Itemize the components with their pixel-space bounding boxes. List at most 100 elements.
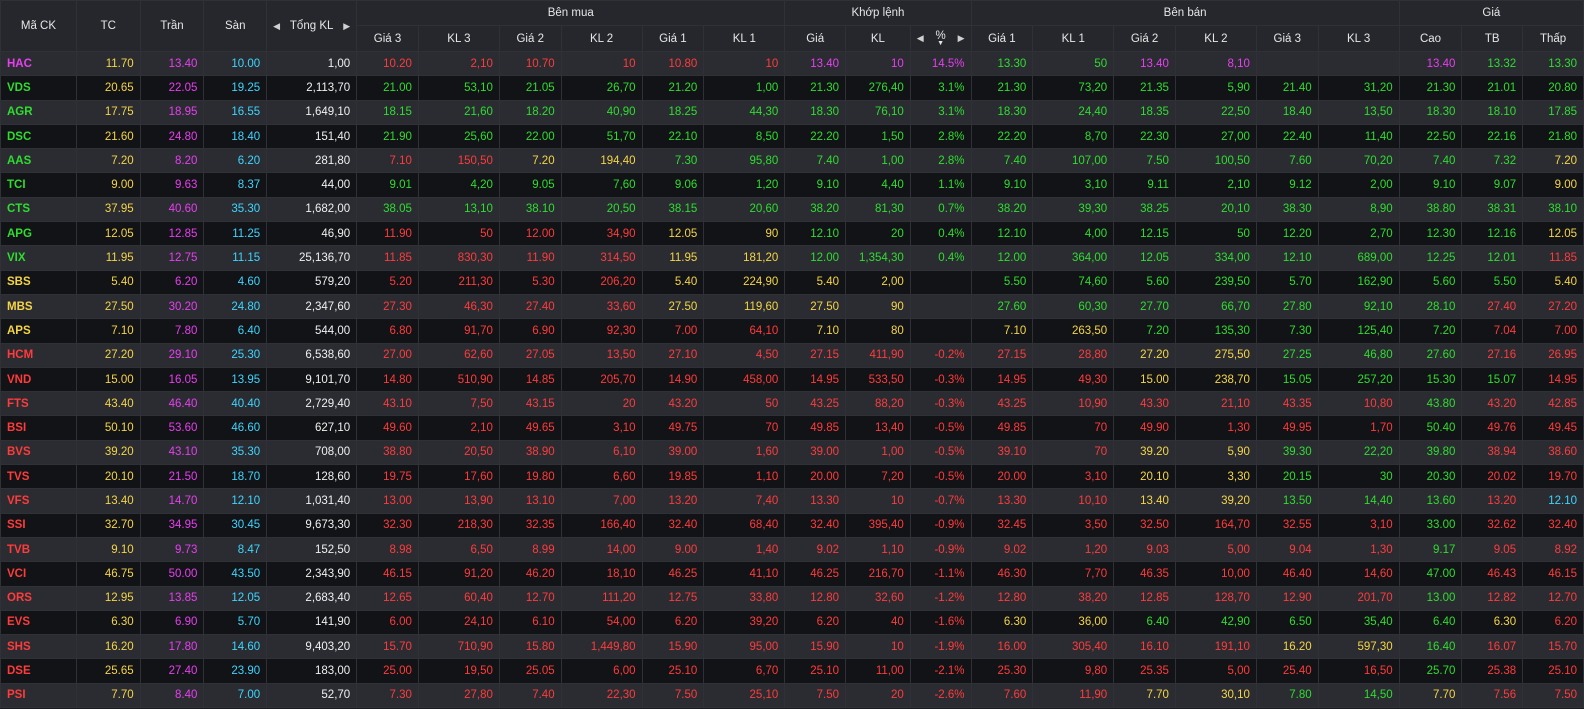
header-buy-price-2[interactable]: Giá 2	[498, 25, 562, 52]
total-vol-cell: 52,70	[266, 682, 358, 709]
caret-left-icon[interactable]: ◀	[273, 21, 280, 32]
header-symbol[interactable]: Mã CK	[0, 0, 77, 52]
header-match-price[interactable]: Giá	[784, 25, 847, 52]
table-row[interactable]: PSI 7.70 8.40 7.00 52,70 7.30 27,80 7.40 22,30 7.…	[0, 682, 1584, 709]
table-row[interactable]: AAS 7.20 8.20 6.20 281,80 7.10 150,50 7.20 194,4…	[0, 148, 1584, 174]
header-buy-vol-3[interactable]: KL 3	[417, 25, 500, 52]
symbol-cell[interactable]: FTS	[0, 391, 77, 417]
buy-price-2-cell: 14.85	[498, 366, 562, 393]
header-sell-price-2[interactable]: Giá 2	[1113, 25, 1176, 52]
table-row[interactable]: ORS 12.95 13.85 12.05 2,683,40 12.65 60,40 12.7…	[0, 585, 1584, 611]
symbol-cell[interactable]: APS	[0, 318, 77, 344]
table-row[interactable]: FTS 43.40 46.40 40.40 2,729,40 43.10 7,50 43.15…	[0, 391, 1584, 417]
table-row[interactable]: SHS 16.20 17.80 14.60 9,403,20 15.70 710,90 15.…	[0, 634, 1584, 660]
header-sell-price-3[interactable]: Giá 3	[1255, 25, 1319, 52]
sell-price-3-cell: 13.50	[1255, 488, 1319, 514]
symbol-cell[interactable]: DSC	[0, 123, 77, 150]
symbol-cell[interactable]: TVB	[0, 536, 77, 563]
table-row[interactable]: TVS 20.10 21.50 18.70 128,60 19.75 17,60 19.80 6…	[0, 464, 1584, 490]
symbol-cell[interactable]: APG	[0, 221, 77, 247]
table-row[interactable]: CTS 37.95 40.60 35.30 1,682,00 38.05 13,10 38.1…	[0, 196, 1584, 223]
table-row[interactable]: BSI 50.10 53.60 46.60 627,10 49.60 2,10 49.65 3,…	[0, 415, 1584, 441]
symbol-cell[interactable]: BVS	[0, 439, 77, 466]
avg-cell: 32.62	[1461, 512, 1524, 538]
header-sell-vol-2[interactable]: KL 2	[1174, 25, 1257, 52]
table-row[interactable]: APS 7.10 7.80 6.40 544,00 6.80 91,70 6.90 92,30 7…	[0, 318, 1584, 344]
table-row[interactable]: BVS 39.20 43.10 35.30 708,00 38.80 20,50 38.90 6…	[0, 439, 1584, 466]
symbol-cell[interactable]: HAC	[0, 50, 77, 77]
symbol-cell[interactable]: SBS	[0, 269, 77, 295]
header-match-pct[interactable]: ◀ % ▼ ▶	[909, 25, 972, 52]
symbol-cell[interactable]: VIX	[0, 245, 77, 271]
header-total-vol[interactable]: ◀ Tổng KL ▶	[266, 0, 358, 52]
symbol-cell[interactable]: SSI	[0, 512, 77, 538]
header-avg[interactable]: TB	[1461, 25, 1524, 52]
table-row[interactable]: HCM 27.20 29.10 25.30 6,538,60 27.00 62,60 27.0…	[0, 342, 1584, 368]
buy-vol-2-cell: 92,30	[560, 318, 643, 344]
table-row[interactable]: TCI 9.00 9.63 8.37 44,00 9.01 4,20 9.05 7,60 9.06…	[0, 172, 1584, 198]
sort-down-icon[interactable]: ▼	[937, 40, 944, 47]
symbol-cell[interactable]: EVS	[0, 609, 77, 636]
caret-right-icon[interactable]: ▶	[958, 33, 965, 44]
table-row[interactable]: VDS 20.65 22.05 19.25 2,113,70 21.00 53,10 21.0…	[0, 75, 1584, 101]
symbol-cell[interactable]: TVS	[0, 464, 77, 490]
sell-price-3-cell	[1255, 50, 1319, 77]
symbol-cell[interactable]: DSE	[0, 658, 77, 684]
sell-vol-3-cell: 8,90	[1317, 196, 1400, 223]
caret-right-icon[interactable]: ▶	[343, 21, 350, 32]
buy-price-1-cell: 6.20	[641, 609, 705, 636]
low-cell: 12.70	[1522, 585, 1584, 611]
table-row[interactable]: SBS 5.40 6.20 4.60 579,20 5.20 211,30 5.30 206,2…	[0, 269, 1584, 295]
header-match-vol[interactable]: KL	[845, 25, 911, 52]
symbol-cell[interactable]: PSI	[0, 682, 77, 709]
table-row[interactable]: EVS 6.30 6.90 5.70 141,90 6.00 24,10 6.10 54,00 6…	[0, 609, 1584, 636]
table-row[interactable]: VND 15.00 16.05 13.95 9,101,70 14.80 510,90 14.…	[0, 366, 1584, 393]
header-buy-price-1[interactable]: Giá 1	[641, 25, 705, 52]
buy-price-2-cell: 43.15	[498, 391, 562, 417]
symbol-cell[interactable]: VDS	[0, 75, 77, 101]
symbol-cell[interactable]: SHS	[0, 634, 77, 660]
symbol-cell[interactable]: TCI	[0, 172, 77, 198]
header-low[interactable]: Thấp	[1522, 25, 1584, 52]
floor-cell: 23.90	[203, 658, 268, 684]
table-row[interactable]: MBS 27.50 30.20 24.80 2,347,60 27.30 46,30 27.4…	[0, 293, 1584, 320]
table-row[interactable]: VFS 13.40 14.70 12.10 1,031,40 13.00 13,90 13.1…	[0, 488, 1584, 514]
header-buy-vol-1[interactable]: KL 1	[703, 25, 786, 52]
match-price-cell: 12.00	[784, 245, 847, 271]
symbol-cell[interactable]: VCI	[0, 561, 77, 587]
buy-vol-1-cell: 33,80	[703, 585, 786, 611]
table-row[interactable]: HAC 11.70 13.40 10.00 1,00 10.20 2,10 10.70 10 10…	[0, 50, 1584, 77]
header-floor[interactable]: Sàn	[203, 0, 268, 52]
symbol-cell[interactable]: BSI	[0, 415, 77, 441]
table-row[interactable]: DSE 25.65 27.40 23.90 183,00 25.00 19,50 25.05 6…	[0, 658, 1584, 684]
symbol-cell[interactable]: AAS	[0, 148, 77, 174]
table-row[interactable]: SSI 32.70 34.95 30.45 9,673,30 32.30 218,30 32.…	[0, 512, 1584, 538]
symbol-cell[interactable]: CTS	[0, 196, 77, 223]
buy-vol-2-cell: 206,20	[560, 269, 643, 295]
avg-cell: 27.16	[1461, 342, 1524, 368]
header-buy-price-3[interactable]: Giá 3	[356, 25, 419, 52]
header-high[interactable]: Cao	[1398, 25, 1463, 52]
symbol-cell[interactable]: VND	[0, 366, 77, 393]
symbol-cell[interactable]: MBS	[0, 293, 77, 320]
header-buy-vol-2[interactable]: KL 2	[560, 25, 643, 52]
table-row[interactable]: AGR 17.75 18.95 16.55 1,649,10 18.15 21,60 18.2…	[0, 99, 1584, 125]
caret-left-icon[interactable]: ◀	[917, 33, 924, 44]
ref-cell: 21.60	[75, 123, 141, 150]
symbol-cell[interactable]: AGR	[0, 99, 77, 125]
total-vol-cell: 44,00	[266, 172, 358, 198]
table-row[interactable]: DSC 21.60 24.80 18.40 151,40 21.90 25,60 22.00 5…	[0, 123, 1584, 150]
table-row[interactable]: VIX 11.95 12.75 11.15 25,136,70 11.85 830,30 11…	[0, 245, 1584, 271]
header-sell-price-1[interactable]: Giá 1	[970, 25, 1034, 52]
header-ceil[interactable]: Trần	[139, 0, 205, 52]
table-row[interactable]: TVB 9.10 9.73 8.47 152,50 8.98 6,50 8.99 14,00 9.…	[0, 536, 1584, 563]
buy-vol-2-cell: 6,00	[560, 658, 643, 684]
symbol-cell[interactable]: VFS	[0, 488, 77, 514]
symbol-cell[interactable]: ORS	[0, 585, 77, 611]
header-sell-vol-3[interactable]: KL 3	[1317, 25, 1400, 52]
header-ref[interactable]: TC	[75, 0, 141, 52]
symbol-cell[interactable]: HCM	[0, 342, 77, 368]
table-row[interactable]: APG 12.05 12.85 11.25 46,90 11.90 50 12.00 34,90…	[0, 221, 1584, 247]
table-row[interactable]: VCI 46.75 50.00 43.50 2,343,90 46.15 91,20 46.2…	[0, 561, 1584, 587]
header-sell-vol-1[interactable]: KL 1	[1032, 25, 1115, 52]
